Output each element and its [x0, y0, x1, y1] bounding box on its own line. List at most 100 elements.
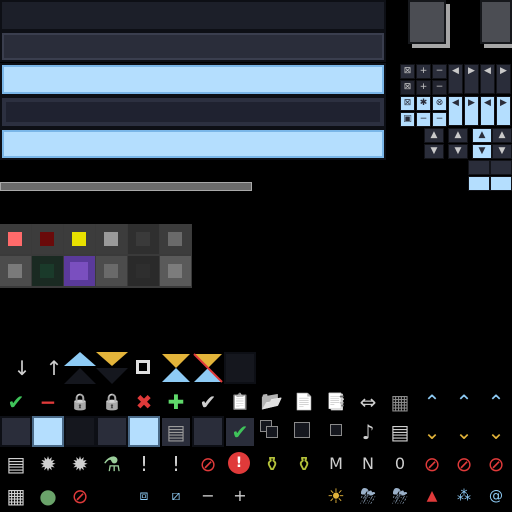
forbidden-icon: ⊘: [71, 484, 89, 508]
swatch-grey-2[interactable]: [96, 256, 127, 286]
checkbox-empty-icon[interactable]: [136, 360, 150, 374]
swatch-gravel[interactable]: [160, 256, 191, 286]
letter-n-icon: N: [362, 454, 374, 473]
folder-icon: 📂: [260, 391, 284, 412]
plus-icon: +: [233, 486, 247, 505]
bar-dark-top: [0, 0, 386, 31]
delete-icon: ✖: [135, 390, 153, 414]
forbidden-icon: ⊘: [487, 452, 505, 476]
gear-icon: ✹: [71, 452, 89, 476]
slot[interactable]: [192, 416, 224, 447]
tile-cancel-icon[interactable]: ⊗: [432, 96, 447, 111]
texture-icon: ▦: [390, 390, 410, 414]
slot[interactable]: [0, 416, 32, 447]
checkmark-icon: ✔: [7, 390, 25, 414]
level-up-icon: ▲: [426, 488, 438, 504]
scroll-tile[interactable]: [490, 176, 512, 191]
slot-dark[interactable]: [64, 416, 96, 447]
slider-track[interactable]: [0, 182, 252, 191]
swatch-purple[interactable]: [64, 256, 95, 286]
swatch-dark-green[interactable]: [32, 256, 63, 286]
swatch-grey[interactable]: [96, 224, 127, 254]
hourglass-icon: [160, 352, 192, 384]
tile-window-icon[interactable]: ▣: [400, 112, 415, 127]
tile-arrow-left-icon[interactable]: ◀: [448, 96, 463, 126]
arrow-down-icon: ↓: [13, 356, 31, 380]
tile-minus-icon[interactable]: −: [432, 80, 447, 95]
bar-light-1: [0, 63, 386, 96]
swatch-mid-grey[interactable]: [160, 224, 191, 254]
frame-icon: ⧈: [139, 488, 149, 504]
spinner-up-icon[interactable]: ▲: [448, 128, 468, 143]
swatch-light-red[interactable]: [0, 224, 31, 254]
tile-arrow-right-icon[interactable]: ▶: [496, 96, 511, 126]
swatch-yellow[interactable]: [64, 224, 95, 254]
tile-close-icon[interactable]: ⊠: [400, 80, 415, 95]
bar-mid: [0, 31, 386, 62]
sort-up-icon: [64, 352, 96, 384]
tile-plus-icon[interactable]: +: [416, 64, 431, 79]
spinner-up-icon[interactable]: ▲: [424, 128, 444, 143]
storm-cloud-icon: ⛈: [392, 484, 408, 508]
swatch-dark-red[interactable]: [32, 224, 63, 254]
spinner-up-icon[interactable]: ▲: [472, 128, 492, 143]
slot[interactable]: [96, 416, 128, 447]
digit-zero-icon: 0: [394, 454, 406, 473]
potion-add-icon: ⚱: [295, 452, 313, 476]
lock-icon: 🔒: [70, 392, 90, 411]
tile-arrow-left-icon[interactable]: ◀: [480, 96, 495, 126]
tile-arrow-right-icon[interactable]: ▶: [496, 64, 511, 94]
swatch-stone[interactable]: [0, 256, 31, 286]
forbidden-icon: ⊘: [199, 452, 217, 476]
tile-minus-icon[interactable]: −: [432, 112, 447, 127]
dark-slot[interactable]: [224, 352, 256, 384]
swatch-charcoal[interactable]: [128, 256, 159, 286]
forbidden-icon: ⊘: [423, 452, 441, 476]
swatch-dark-grey[interactable]: [128, 224, 159, 254]
sort-down-icon: [96, 352, 128, 384]
letter-m-icon: M: [329, 454, 343, 473]
tile-arrow-left-icon[interactable]: ◀: [448, 64, 463, 94]
tile-arrow-right-icon[interactable]: ▶: [464, 96, 479, 126]
chevron-up-icon: ⌃: [455, 390, 473, 414]
scroll-tile[interactable]: [468, 176, 490, 191]
spinner-down-icon[interactable]: ▼: [472, 144, 492, 159]
tile-arrow-left-icon[interactable]: ◀: [480, 64, 495, 94]
tile-minus-icon[interactable]: −: [416, 112, 431, 127]
gear-icon: ✹: [39, 452, 57, 476]
minus-icon: −: [201, 486, 215, 505]
chevron-down-icon: ⌄: [423, 420, 441, 444]
slot-selected[interactable]: [32, 416, 64, 447]
grey-button-2[interactable]: [480, 0, 512, 44]
checkmark-icon: ✔: [199, 390, 217, 414]
clipboard-icon: 📋: [230, 392, 250, 411]
tile-plus-icon[interactable]: +: [416, 80, 431, 95]
spinner-down-icon[interactable]: ▼: [448, 144, 468, 159]
chevron-down-icon: ⌄: [487, 420, 505, 444]
chevron-up-icon: ⌃: [423, 390, 441, 414]
document-icon: ▤: [6, 452, 26, 476]
spinner-up-icon[interactable]: ▲: [492, 128, 512, 143]
frame-cancel-icon: ⧄: [171, 488, 181, 504]
tile-star-icon[interactable]: ✱: [416, 96, 431, 111]
potion-icon: ⚱: [263, 452, 281, 476]
spinner-down-icon[interactable]: ▼: [424, 144, 444, 159]
scroll-tile[interactable]: [490, 160, 512, 175]
stats-icon: ⁂: [457, 488, 471, 504]
qr-icon: ▦: [6, 484, 26, 508]
square-icon: [294, 422, 310, 438]
spinner-down-icon[interactable]: ▼: [492, 144, 512, 159]
tile-minus-icon[interactable]: −: [432, 64, 447, 79]
grey-button-1[interactable]: [408, 0, 446, 44]
warning-circle-icon: !: [228, 452, 250, 474]
tile-arrow-right-icon[interactable]: ▶: [464, 64, 479, 94]
scroll-tile[interactable]: [468, 160, 490, 175]
notes-icon: ▤: [162, 418, 190, 446]
slot-selected[interactable]: [128, 416, 160, 447]
green-orb-icon: ●: [39, 484, 57, 508]
minus-icon: −: [39, 390, 57, 414]
at-icon: @: [489, 488, 503, 504]
tile-close-icon[interactable]: ⊠: [400, 64, 415, 79]
tile-close-icon[interactable]: ⊠: [400, 96, 415, 111]
control-tile-grid: ⊠ + − ◀ ▶ ◀ ▶ ⊠ + − ⊠ ✱ ⊗ ◀ ▶ ◀ ▶ ▣ − − …: [400, 64, 512, 192]
